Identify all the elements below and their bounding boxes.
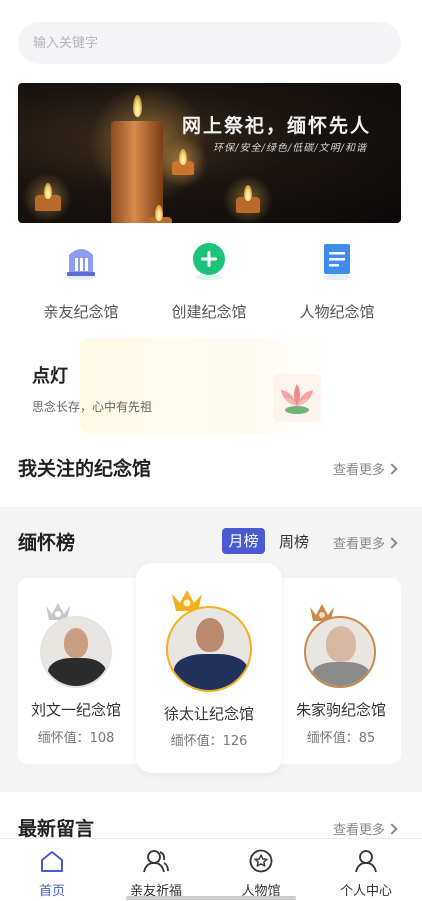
- plus-circle-icon: [189, 241, 229, 281]
- tab-friends-blessing[interactable]: 亲友祈福: [111, 849, 201, 899]
- chevron-right-icon: [386, 537, 398, 549]
- followed-memorials-section: 我关注的纪念馆 查看更多: [0, 440, 422, 500]
- section-title: 我关注的纪念馆: [18, 458, 152, 480]
- memorial-name: 徐太让纪念馆: [163, 705, 254, 723]
- search-input[interactable]: [18, 22, 401, 64]
- lamp-subtitle: 思念长存，心中有先祖: [32, 400, 153, 414]
- view-more-label: 查看更多: [332, 463, 385, 478]
- quick-action-friends-memorial[interactable]: 亲友纪念馆: [16, 238, 146, 322]
- view-more-label: 查看更多: [332, 823, 385, 838]
- home-icon: [41, 851, 63, 872]
- quick-action-label: 亲友纪念馆: [43, 303, 119, 321]
- memorial-value: 缅怀值：126: [170, 734, 248, 749]
- tab-people-hall[interactable]: 人物馆: [216, 849, 306, 899]
- ranking-header: 缅怀榜 月榜 周榜 查看更多: [0, 528, 422, 558]
- document-icon: [317, 241, 357, 281]
- quick-action-people-memorial[interactable]: 人物纪念馆: [272, 238, 402, 322]
- star-circle-icon: [249, 849, 273, 873]
- candle-flame: [179, 149, 187, 165]
- home-indicator: [126, 896, 296, 900]
- candle-flame: [155, 205, 163, 221]
- avatar: [166, 606, 252, 692]
- banner-title: 网上祭祀，缅怀先人: [181, 115, 371, 137]
- tab-profile[interactable]: 个人中心: [321, 849, 411, 899]
- candle-flame: [133, 95, 142, 117]
- chevron-right-icon: [386, 463, 398, 475]
- user-icon: [355, 850, 377, 873]
- avatar: [304, 616, 376, 688]
- view-more-link[interactable]: 查看更多: [332, 459, 398, 478]
- memorial-name: 朱家驹纪念馆: [295, 701, 386, 719]
- memorial-value: 缅怀值：108: [37, 731, 115, 746]
- view-more-link[interactable]: 查看更多: [332, 533, 398, 552]
- banner-image[interactable]: 网上祭祀，缅怀先人 环保/安全/绿色/低碳/文明/和谐: [18, 83, 401, 223]
- avatar: [40, 616, 112, 688]
- tab-home[interactable]: 首页: [7, 849, 97, 899]
- tab-label: 个人中心: [339, 884, 392, 899]
- section-title: 最新留言: [18, 818, 95, 840]
- memorial-name: 刘文一纪念馆: [30, 701, 121, 719]
- quick-action-create-memorial[interactable]: 创建纪念馆: [144, 238, 274, 322]
- banner-subtitle: 环保/安全/绿色/低碳/文明/和谐: [213, 143, 367, 154]
- view-more-link[interactable]: 查看更多: [332, 819, 398, 838]
- tab-weekly[interactable]: 周榜: [279, 531, 309, 552]
- quick-action-label: 人物纪念馆: [299, 303, 375, 321]
- lamp-title: 点灯: [32, 366, 68, 387]
- lotus-icon: [273, 374, 321, 422]
- quick-actions: 亲友纪念馆 创建纪念馆 人物纪念馆: [0, 238, 422, 328]
- quick-action-label: 创建纪念馆: [171, 303, 247, 321]
- tab-label: 首页: [38, 884, 65, 899]
- light-lamp-card[interactable]: 点灯 思念长存，心中有先祖: [0, 338, 422, 434]
- memorial-hall-icon: [61, 241, 101, 281]
- search-bar[interactable]: [18, 22, 401, 64]
- ranking-title: 缅怀榜: [18, 532, 76, 554]
- bottom-tab-bar: 首页 亲友祈福 人物馆 个人中心: [0, 838, 422, 901]
- candle-flame: [44, 183, 52, 199]
- view-more-label: 查看更多: [332, 537, 385, 552]
- tab-monthly[interactable]: 月榜: [222, 528, 265, 554]
- users-icon: [143, 850, 169, 873]
- chevron-right-icon: [386, 823, 398, 835]
- memorial-value: 缅怀值：85: [306, 731, 376, 746]
- latest-messages-section: 最新留言 查看更多: [0, 810, 422, 840]
- candle-flame: [244, 185, 252, 201]
